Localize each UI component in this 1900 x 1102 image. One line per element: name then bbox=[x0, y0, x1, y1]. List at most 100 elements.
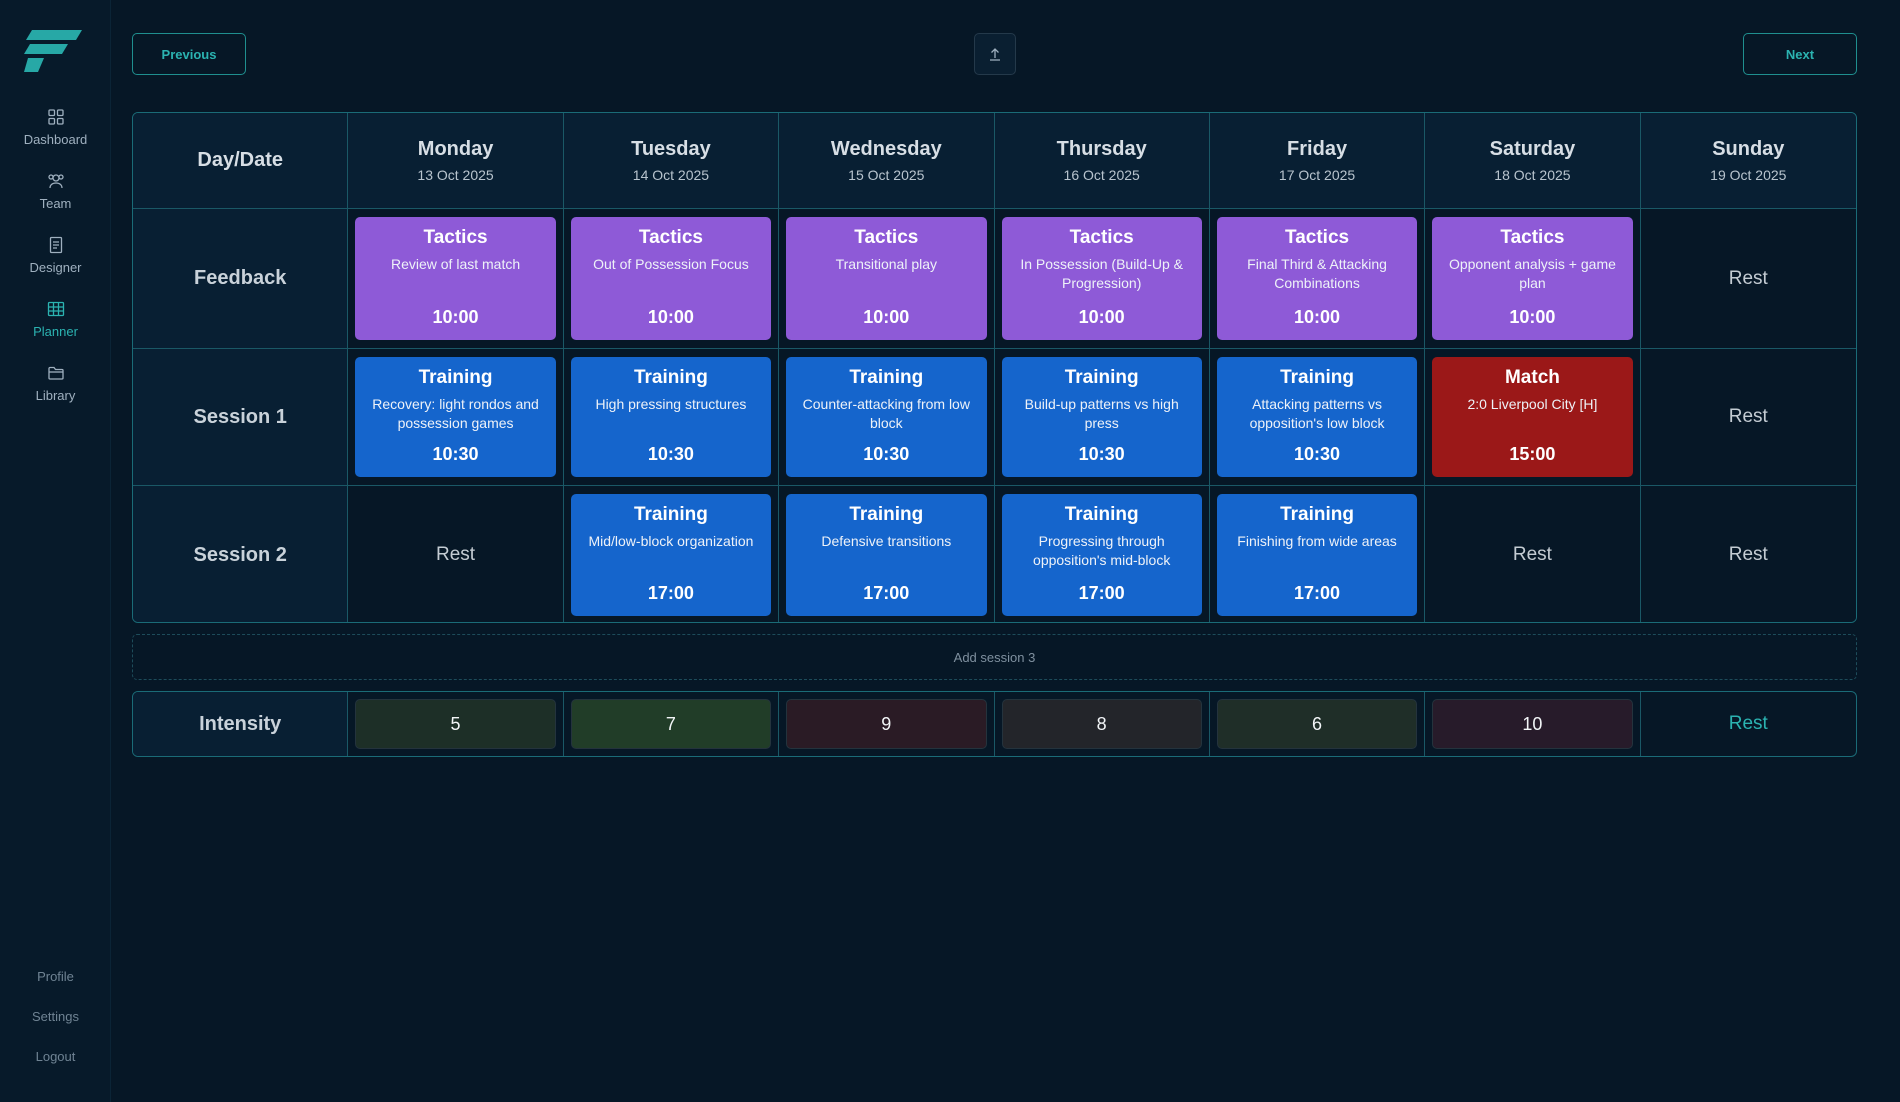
schedule-cell[interactable]: Training Mid/low-block organization 17:00 bbox=[563, 486, 780, 622]
session-description: Opponent analysis + game plan bbox=[1448, 256, 1616, 291]
session-title: Tactics bbox=[1500, 227, 1565, 248]
session-time: 10:00 bbox=[863, 307, 910, 327]
day-name: Monday bbox=[417, 138, 494, 160]
session-time: 10:00 bbox=[647, 307, 694, 327]
training-session-card[interactable]: Training High pressing structures 10:30 bbox=[570, 357, 772, 477]
session-title: Training bbox=[633, 367, 708, 388]
day-date: 15 Oct 2025 bbox=[848, 167, 925, 183]
session-description: Build-up patterns vs high press bbox=[1024, 396, 1179, 431]
weekly-planner-grid: Day/Date Monday 13 Oct 2025 Tuesday 14 O… bbox=[132, 112, 1857, 623]
schedule-cell[interactable]: Training Build-up patterns vs high press 1… bbox=[994, 349, 1210, 486]
intensity-cell: 10 bbox=[1425, 692, 1641, 756]
nav-label-dashboard: Dashboard bbox=[23, 132, 88, 147]
day-header-friday: Friday 17 Oct 2025 bbox=[1209, 113, 1426, 209]
training-session-card[interactable]: Training Mid/low-block organization 17:00 bbox=[570, 494, 772, 616]
add-session-button[interactable]: Add session 3 bbox=[132, 634, 1857, 680]
session-time: 15:00 bbox=[1509, 444, 1556, 464]
tactics-session-card[interactable]: Tactics Out of Possession Focus 10:00 bbox=[570, 217, 772, 340]
schedule-cell[interactable]: Tactics In Possession (Build-Up & Progres… bbox=[994, 209, 1210, 349]
training-session-card[interactable]: Training Recovery: light rondos and posse… bbox=[355, 357, 556, 477]
next-button[interactable]: Next bbox=[1743, 33, 1857, 75]
nav-item-team[interactable]: Team bbox=[0, 172, 111, 224]
intensity-value[interactable]: 9 bbox=[786, 699, 987, 749]
training-session-card[interactable]: Training Finishing from wide areas 17:00 bbox=[1216, 494, 1418, 616]
session-time: 10:00 bbox=[432, 307, 479, 327]
schedule-cell[interactable]: Rest bbox=[348, 486, 564, 622]
tactics-session-card[interactable]: Tactics Review of last match 10:00 bbox=[355, 217, 556, 340]
intensity-cell: 9 bbox=[779, 692, 995, 756]
schedule-cell[interactable]: Training Recovery: light rondos and posse… bbox=[348, 349, 564, 486]
intensity-value[interactable]: 8 bbox=[1001, 699, 1202, 749]
day-name: Sunday bbox=[1712, 138, 1785, 160]
session-time: 10:00 bbox=[1294, 307, 1341, 327]
intensity-value[interactable]: 10 bbox=[1432, 699, 1633, 749]
day-header-wednesday: Wednesday 15 Oct 2025 bbox=[779, 113, 995, 209]
training-session-card[interactable]: Training Build-up patterns vs high press 1… bbox=[1001, 357, 1202, 477]
schedule-cell[interactable]: Tactics Out of Possession Focus 10:00 bbox=[563, 209, 780, 349]
nav-label-team: Team bbox=[39, 196, 72, 211]
day-name: Saturday bbox=[1489, 138, 1576, 160]
rest-label: Rest bbox=[436, 544, 476, 565]
schedule-cell[interactable]: Training High pressing structures 10:30 bbox=[563, 349, 780, 486]
nav-item-library[interactable]: Library bbox=[0, 364, 111, 416]
schedule-cell[interactable]: Training Defensive transitions 17:00 bbox=[779, 486, 995, 622]
tactics-session-card[interactable]: Tactics In Possession (Build-Up & Progres… bbox=[1001, 217, 1202, 340]
schedule-cell[interactable]: Training Finishing from wide areas 17:00 bbox=[1209, 486, 1426, 622]
training-session-card[interactable]: Training Defensive transitions 17:00 bbox=[786, 494, 987, 616]
schedule-cell[interactable]: Training Counter-attacking from low block… bbox=[779, 349, 995, 486]
session-title: Tactics bbox=[1285, 227, 1350, 248]
nav-item-dashboard[interactable]: Dashboard bbox=[0, 108, 111, 160]
session-time: 10:30 bbox=[647, 444, 694, 464]
schedule-cell[interactable]: Rest bbox=[1640, 349, 1856, 486]
schedule-cell[interactable]: Rest bbox=[1640, 209, 1856, 349]
sidebar: Dashboard Team Designer Planner Library … bbox=[0, 0, 111, 1102]
day-name: Friday bbox=[1287, 138, 1348, 160]
session-title: Training bbox=[418, 367, 493, 388]
schedule-cell[interactable]: Rest bbox=[1425, 486, 1641, 622]
row-label: Feedback bbox=[133, 209, 349, 349]
session-title: Training bbox=[1280, 504, 1355, 525]
match-session-card[interactable]: Match 2:0 Liverpool City [H] 15:00 bbox=[1432, 357, 1633, 477]
previous-button[interactable]: Previous bbox=[132, 33, 246, 75]
nav-label-planner: Planner bbox=[33, 324, 78, 339]
settings-link[interactable]: Settings bbox=[0, 1009, 111, 1024]
training-session-card[interactable]: Training Counter-attacking from low block… bbox=[786, 357, 987, 477]
training-session-card[interactable]: Training Attacking patterns vs opposition… bbox=[1216, 357, 1418, 477]
session-time: 17:00 bbox=[863, 583, 910, 603]
nav-item-planner[interactable]: Planner bbox=[0, 300, 111, 352]
schedule-cell[interactable]: Training Attacking patterns vs opposition… bbox=[1209, 349, 1426, 486]
app-logo[interactable] bbox=[24, 30, 84, 74]
tactics-session-card[interactable]: Tactics Opponent analysis + game plan 10:0… bbox=[1432, 217, 1633, 340]
session-description: Out of Possession Focus bbox=[593, 256, 749, 272]
schedule-cell[interactable]: Training Progressing through opposition's… bbox=[994, 486, 1210, 622]
schedule-cell[interactable]: Rest bbox=[1640, 486, 1856, 622]
session-description: High pressing structures bbox=[595, 396, 747, 412]
day-date: 14 Oct 2025 bbox=[632, 167, 710, 183]
intensity-value[interactable]: 6 bbox=[1216, 699, 1418, 749]
session-title: Tactics bbox=[854, 227, 919, 248]
schedule-cell[interactable]: Tactics Final Third & Attacking Combinati… bbox=[1209, 209, 1426, 349]
upload-button[interactable] bbox=[974, 33, 1016, 75]
tactics-session-card[interactable]: Tactics Transitional play 10:00 bbox=[786, 217, 987, 340]
intensity-row: Intensity 5 7 9 8 6 10 Rest bbox=[132, 691, 1857, 757]
schedule-cell[interactable]: Match 2:0 Liverpool City [H] 15:00 bbox=[1425, 349, 1641, 486]
intensity-rest[interactable]: Rest bbox=[1729, 713, 1768, 735]
day-header-tuesday: Tuesday 14 Oct 2025 bbox=[563, 113, 780, 209]
nav-item-designer[interactable]: Designer bbox=[0, 236, 111, 288]
intensity-value[interactable]: 7 bbox=[570, 699, 772, 749]
session-title: Match bbox=[1504, 367, 1560, 388]
session-title: Tactics bbox=[423, 227, 488, 248]
session-description: Progressing through opposition's mid-blo… bbox=[1033, 533, 1171, 568]
logout-link[interactable]: Logout bbox=[0, 1049, 111, 1064]
training-session-card[interactable]: Training Progressing through opposition's… bbox=[1001, 494, 1202, 616]
schedule-cell[interactable]: Tactics Transitional play 10:00 bbox=[779, 209, 995, 349]
tactics-session-card[interactable]: Tactics Final Third & Attacking Combinati… bbox=[1216, 217, 1418, 340]
rest-label: Rest bbox=[1728, 406, 1768, 427]
library-icon bbox=[47, 366, 64, 380]
row-label: Session 2 bbox=[133, 486, 349, 622]
schedule-cell[interactable]: Tactics Opponent analysis + game plan 10:0… bbox=[1425, 209, 1641, 349]
rest-label: Rest bbox=[1728, 544, 1768, 565]
schedule-cell[interactable]: Tactics Review of last match 10:00 bbox=[348, 209, 564, 349]
profile-link[interactable]: Profile bbox=[0, 969, 111, 984]
intensity-value[interactable]: 5 bbox=[355, 699, 556, 749]
